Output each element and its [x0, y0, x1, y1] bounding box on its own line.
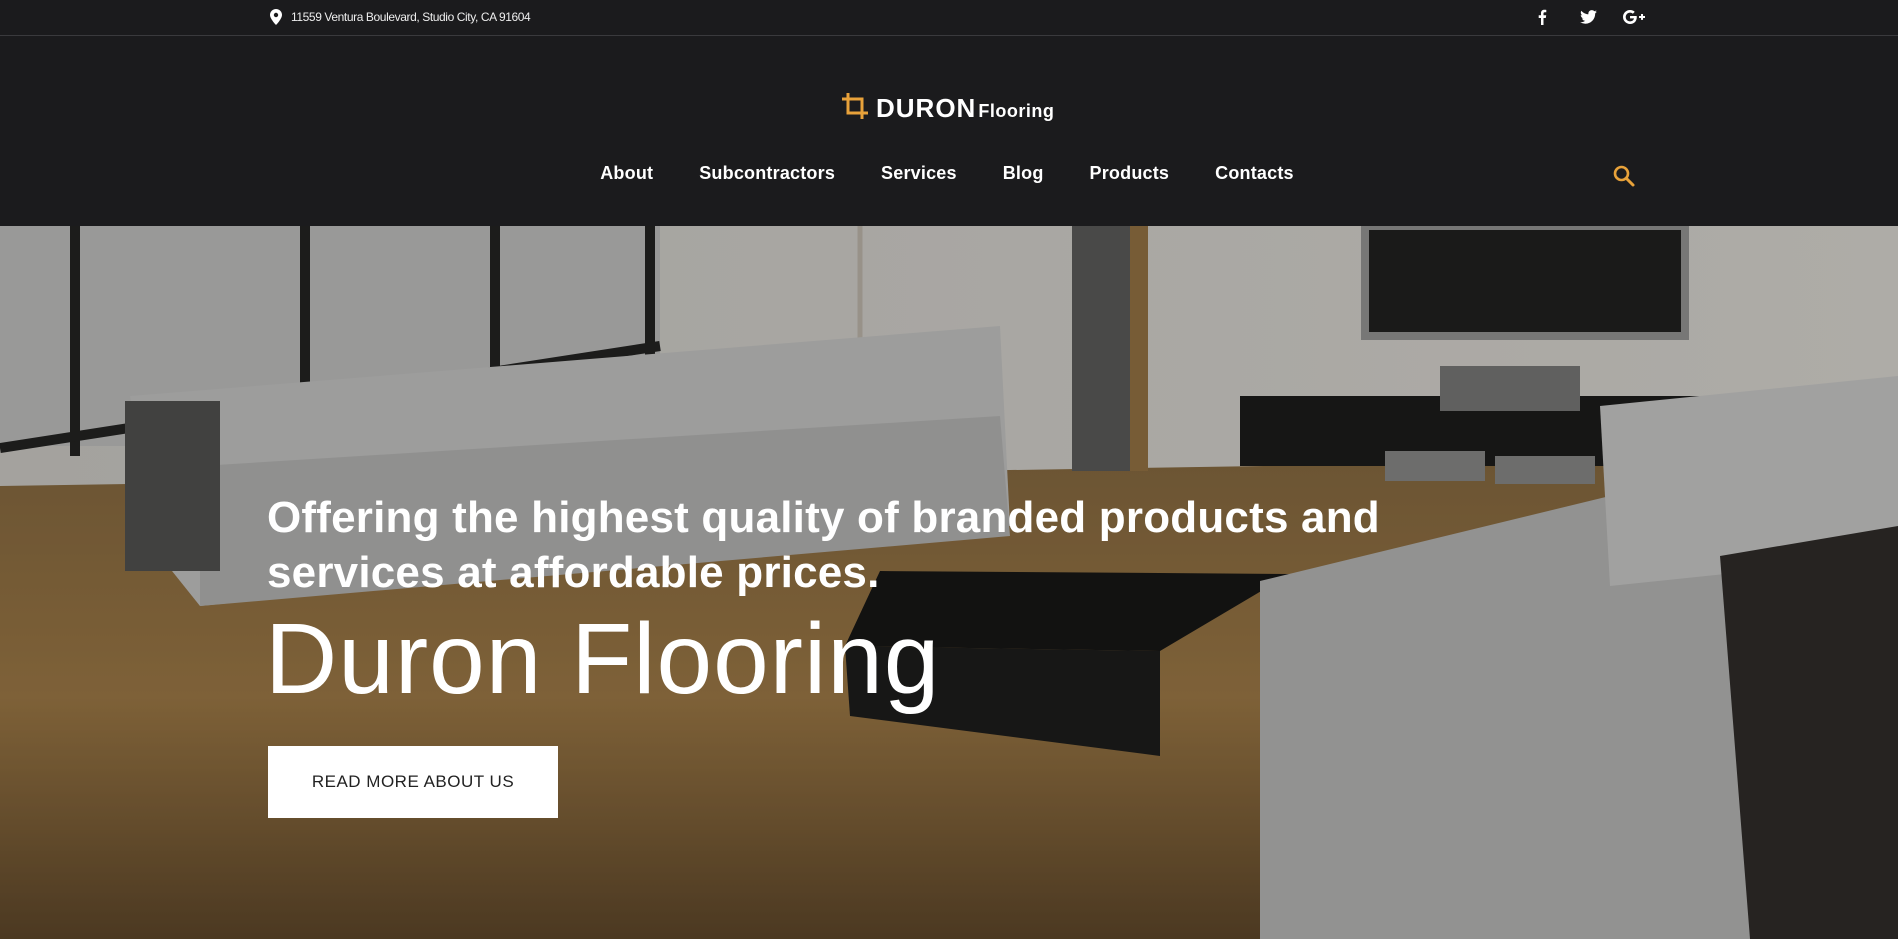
top-bar: 11559 Ventura Boulevard, Studio City, CA… — [0, 0, 1898, 36]
map-pin-icon — [270, 9, 282, 25]
hero-subtitle: Offering the highest quality of branded … — [267, 493, 1380, 597]
logo[interactable]: DURON Flooring — [840, 91, 1054, 121]
hero-title: Duron Flooring — [265, 603, 941, 715]
logo-sub-text: Flooring — [978, 101, 1055, 121]
search-icon[interactable] — [1612, 164, 1636, 188]
social-links — [1530, 6, 1646, 28]
twitter-icon[interactable] — [1576, 6, 1600, 28]
google-plus-icon[interactable] — [1622, 6, 1646, 28]
nav-item-contacts[interactable]: Contacts — [1215, 163, 1294, 184]
crop-icon — [842, 93, 868, 119]
hero-section: Offering the highest quality of branded … — [0, 226, 1898, 939]
nav-item-subcontractors[interactable]: Subcontractors — [699, 163, 835, 184]
facebook-icon[interactable] — [1530, 6, 1554, 28]
nav-item-about[interactable]: About — [600, 163, 653, 184]
nav-item-blog[interactable]: Blog — [1003, 163, 1044, 184]
address-text: 11559 Ventura Boulevard, Studio City, CA… — [291, 10, 531, 24]
site-header: DURON Flooring About Subcontractors Serv… — [0, 37, 1898, 226]
nav-item-services[interactable]: Services — [881, 163, 957, 184]
address: 11559 Ventura Boulevard, Studio City, CA… — [270, 9, 531, 25]
logo-main-text: DURON — [876, 93, 977, 123]
read-more-button[interactable]: READ MORE ABOUT US — [268, 746, 558, 818]
nav-item-products[interactable]: Products — [1090, 163, 1170, 184]
